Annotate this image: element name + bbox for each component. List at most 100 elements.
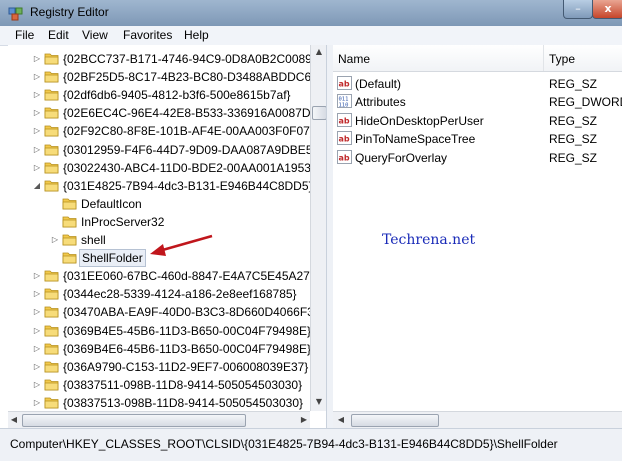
tree-label: {031E4825-7B94-4dc3-B131-E946B44C8DD5} — [63, 178, 313, 193]
svg-text:ab: ab — [339, 153, 350, 162]
expand-arrow-icon[interactable]: ▷ — [32, 141, 42, 159]
close-button[interactable]: x — [592, 0, 622, 19]
list-item[interactable]: ab PinToNameSpaceTree REG_SZ — [333, 129, 622, 148]
expand-arrow-icon[interactable]: ▷ — [32, 68, 42, 86]
tree-label: {02E6EC4C-96E4-42E8-B533-336916A0087D} — [63, 106, 315, 121]
menu-bar: File Edit View Favorites Help — [0, 26, 622, 46]
value-name: (Default) — [355, 77, 402, 91]
folder-icon — [44, 125, 59, 137]
svg-text:ab: ab — [339, 116, 350, 125]
folder-icon — [44, 325, 59, 336]
expand-arrow-icon[interactable]: ▷ — [32, 122, 42, 140]
list-horizontal-scrollbar[interactable]: ◀ — [333, 411, 622, 428]
menu-view[interactable]: View — [82, 28, 108, 42]
tree-node[interactable]: ▷ {0369B4E5-45B6-11D3-B650-00C04F79498E} — [8, 322, 311, 340]
expand-arrow-icon[interactable]: ▷ — [32, 50, 42, 68]
tree-node[interactable]: ▷ {02BCC737-B171-4746-94C9-0D8A0B2C0089} — [8, 50, 316, 68]
expand-arrow-icon[interactable]: ▷ — [32, 322, 42, 340]
string-value-icon: ab — [337, 131, 352, 146]
value-name: HideOnDesktopPerUser — [355, 113, 484, 128]
svg-text:ab: ab — [339, 80, 350, 89]
list-horizontal-scroll-thumb[interactable] — [351, 414, 439, 427]
expand-arrow-icon[interactable]: ▷ — [32, 358, 42, 376]
value-name: QueryForOverlay — [355, 150, 448, 165]
minimize-button[interactable]: – — [563, 0, 593, 19]
string-value-icon: ab — [337, 76, 352, 90]
string-value-icon: ab — [337, 112, 352, 127]
folder-icon — [44, 270, 59, 282]
value-type: REG_SZ — [549, 113, 598, 128]
expand-arrow-icon[interactable]: ▷ — [50, 231, 60, 249]
expand-arrow-icon[interactable]: ▷ — [32, 340, 42, 358]
scroll-left-icon[interactable]: ◀ — [333, 415, 349, 424]
tree-label: {02BF25D5-8C17-4B23-BC80-D3488ABDDC6B} — [63, 70, 324, 85]
tree-node[interactable]: DefaultIcon — [8, 195, 310, 213]
tree-node[interactable]: ◢ {031E4825-7B94-4dc3-B131-E946B44C8DD5} — [8, 177, 313, 195]
tree-node[interactable]: ShellFolder — [8, 249, 310, 268]
tree-node[interactable]: ▷ {031EE060-67BC-460d-8847-E4A7C5E45A27} — [8, 267, 314, 285]
folder-icon — [62, 216, 77, 228]
column-header-type[interactable]: Type — [549, 52, 575, 66]
value-type: REG_SZ — [549, 150, 598, 165]
scroll-up-icon[interactable]: ▲ — [311, 47, 327, 56]
scroll-down-icon[interactable]: ▼ — [311, 397, 327, 406]
value-name: Attributes — [355, 95, 406, 110]
list-item[interactable]: 011 110 Attributes REG_DWORD — [333, 92, 622, 111]
registry-editor-icon — [8, 7, 23, 21]
tree-label: {03837511-098B-11D8-9414-505054503030} — [63, 377, 303, 392]
key-tree: ▷ {02BCC737-B171-4746-94C9-0D8A0B2C0089} ▷… — [8, 45, 327, 428]
expand-arrow-icon[interactable]: ▷ — [32, 303, 42, 321]
tree-node[interactable]: ▷ {03012959-F4F6-44D7-9D09-DAA087A9DBE5} — [8, 141, 317, 159]
selected-tree-label: ShellFolder — [79, 249, 146, 268]
tree-node[interactable]: ▷ {02F92C80-8F8E-101B-AF4E-00AA003F0F07} — [8, 122, 314, 140]
tree-node[interactable]: ▷ shell — [8, 231, 310, 249]
folder-icon — [44, 288, 59, 300]
list-header: Name Type — [333, 45, 622, 72]
menu-edit[interactable]: Edit — [48, 28, 69, 42]
status-path: Computer\HKEY_CLASSES_ROOT\CLSID\{031E48… — [10, 437, 558, 451]
expand-arrow-icon[interactable]: ▷ — [32, 159, 42, 177]
tree-horizontal-scroll-thumb[interactable] — [22, 414, 246, 427]
scroll-left-icon[interactable]: ◀ — [6, 415, 22, 424]
scroll-right-icon[interactable]: ▶ — [296, 415, 312, 424]
tree-node[interactable]: ▷ {03470ABA-EA9F-40D0-B3C3-8D660D4066F3} — [8, 303, 318, 321]
expand-arrow-icon[interactable]: ▷ — [32, 376, 42, 394]
expand-arrow-icon[interactable]: ▷ — [32, 394, 42, 412]
list-item[interactable]: ab (Default) REG_SZ — [333, 74, 622, 93]
window-title: Registry Editor — [30, 5, 109, 19]
column-divider[interactable] — [543, 45, 544, 71]
tree-horizontal-scrollbar[interactable]: ◀ ▶ — [8, 411, 310, 428]
list-item[interactable]: ab QueryForOverlay REG_SZ — [333, 148, 622, 167]
expand-arrow-icon[interactable]: ▷ — [32, 104, 42, 122]
tree-node[interactable]: InProcServer32 — [8, 213, 310, 231]
menu-favorites[interactable]: Favorites — [123, 28, 172, 42]
tree-node[interactable]: ▷ {02BF25D5-8C17-4B23-BC80-D3488ABDDC6B} — [8, 68, 323, 86]
tree-node[interactable]: ▷ {0344ec28-5339-4124-a186-2e8eef168785} — [8, 285, 310, 303]
collapse-arrow-icon[interactable]: ◢ — [32, 177, 42, 195]
watermark-text: Techrena.net — [382, 232, 476, 248]
expand-arrow-icon[interactable]: ▷ — [32, 267, 42, 285]
tree-node[interactable]: ▷ {02df6db6-9405-4812-b3f6-500e8615b7af} — [8, 86, 310, 104]
list-item[interactable]: ab HideOnDesktopPerUser REG_SZ — [333, 111, 622, 130]
tree-node[interactable]: ▷ {03837513-098B-11D8-9414-505054503030} — [8, 394, 310, 412]
tree-node[interactable]: ▷ {03837511-098B-11D8-9414-505054503030} — [8, 376, 310, 394]
tree-node[interactable]: ▷ {02E6EC4C-96E4-42E8-B533-336916A0087D} — [8, 104, 315, 122]
tree-node[interactable]: ▷ {0369B4E6-45B6-11D3-B650-00C04F79498E} — [8, 340, 311, 358]
tree-node[interactable]: ▷ {03022430-ABC4-11D0-BDE2-00AA001A1953} — [8, 159, 315, 177]
column-header-name[interactable]: Name — [338, 52, 370, 66]
tree-vertical-scrollbar[interactable]: ▲ ▼ — [310, 45, 327, 411]
values-list: Name Type ab (Default) REG_SZ 011 110 Attribu… — [333, 45, 622, 428]
menu-file[interactable]: File — [15, 28, 34, 42]
string-value-icon: ab — [337, 149, 352, 164]
expand-arrow-icon[interactable]: ▷ — [32, 86, 42, 104]
folder-icon — [62, 252, 77, 264]
tree-label: {031EE060-67BC-460d-8847-E4A7C5E45A27} — [63, 269, 314, 284]
expand-arrow-icon[interactable]: ▷ — [32, 285, 42, 303]
tree-label: {03470ABA-EA9F-40D0-B3C3-8D660D4066F3} — [63, 305, 318, 320]
folder-icon — [44, 306, 59, 318]
tree-label: {0369B4E5-45B6-11D3-B650-00C04F79498E} — [63, 323, 311, 338]
tree-vertical-scroll-thumb[interactable] — [312, 106, 327, 120]
tree-node[interactable]: ▷ {036A9790-C153-11D2-9EF7-006008039E37} — [8, 358, 310, 376]
menu-help[interactable]: Help — [184, 28, 209, 42]
folder-icon — [44, 180, 59, 192]
